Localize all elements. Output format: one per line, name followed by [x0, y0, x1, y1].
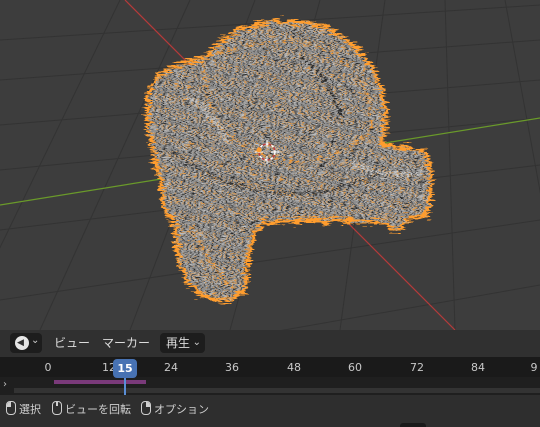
timeline-header: ◀ ⌄ ビュー マーカー 再生 ⌄ — [0, 330, 540, 357]
frame-range-bar — [54, 380, 146, 384]
chevron-right-icon[interactable]: › — [3, 379, 7, 390]
chevron-down-icon: ⌄ — [31, 335, 40, 346]
status-bar: 選択 ビューを回転 オプション — [0, 395, 540, 427]
object-origin — [256, 147, 262, 153]
mouse-middle-icon — [52, 401, 62, 415]
frame-tick: 60 — [348, 361, 362, 374]
frame-tick: 0 — [44, 361, 52, 374]
menu-marker[interactable]: マーカー — [102, 334, 150, 352]
chevron-down-icon: ⌄ — [192, 337, 201, 348]
frame-tick: 48 — [287, 361, 301, 374]
editor-type-button[interactable]: ◀ ⌄ — [10, 333, 42, 353]
current-frame-indicator[interactable]: 15 — [113, 359, 137, 378]
frame-tick: 72 — [410, 361, 424, 374]
playback-label: 再生 — [166, 336, 191, 350]
hint-rotate-view: ビューを回転 — [52, 401, 131, 417]
menu-view[interactable]: ビュー — [54, 334, 90, 352]
frame-tick: 24 — [164, 361, 178, 374]
timeline-area[interactable]: 0 12 24 36 48 60 72 84 9 › — [0, 357, 540, 395]
hint-select: 選択 — [6, 401, 41, 417]
keyframe-row[interactable] — [14, 388, 540, 393]
mouse-right-icon — [141, 401, 151, 415]
frame-tick: 36 — [225, 361, 239, 374]
playback-dropdown[interactable]: 再生 ⌄ — [160, 333, 205, 353]
hint-options: オプション — [141, 401, 209, 417]
frame-ruler[interactable]: 0 12 24 36 48 60 72 84 9 — [0, 357, 540, 377]
mouse-left-icon — [6, 401, 16, 415]
3d-viewport[interactable] — [0, 0, 540, 330]
frame-tick: 9 — [530, 361, 538, 374]
status-bar-handle — [400, 423, 426, 427]
frame-tick: 84 — [471, 361, 485, 374]
